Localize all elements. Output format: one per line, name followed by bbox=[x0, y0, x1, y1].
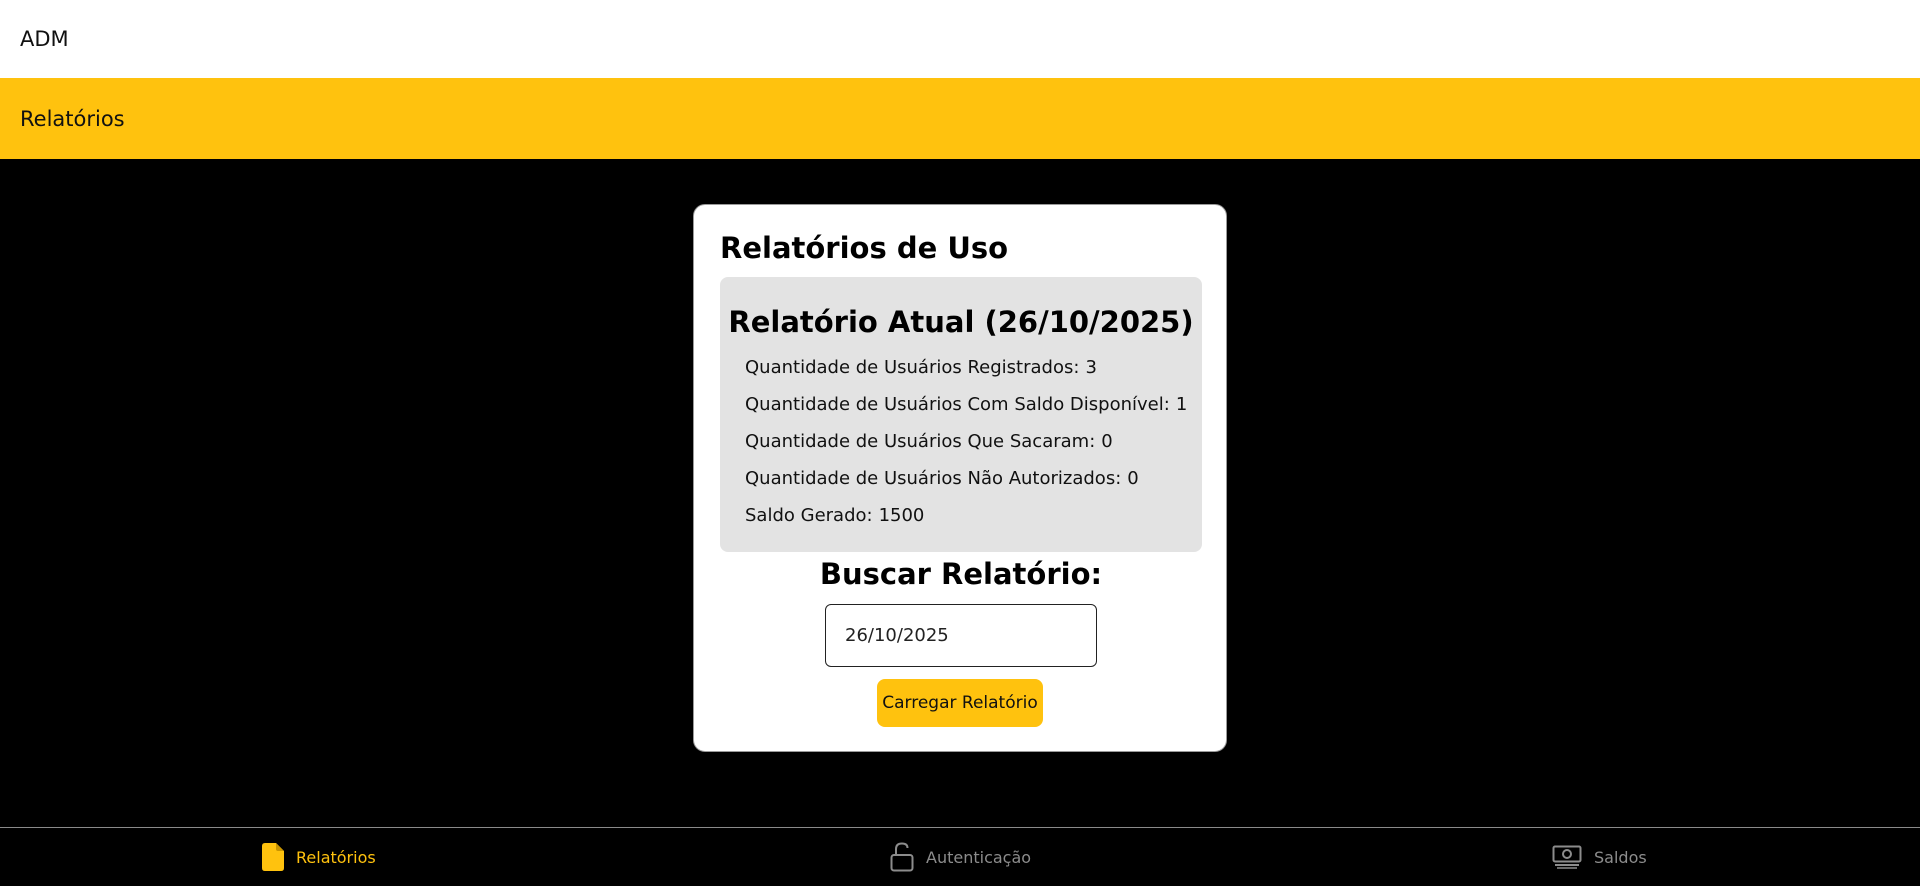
nav-label: Autenticação bbox=[926, 847, 1032, 867]
stat-value: 0 bbox=[1101, 431, 1113, 452]
report-date-input[interactable] bbox=[825, 604, 1097, 667]
nav-label: Relatórios bbox=[296, 847, 376, 867]
stat-label: Saldo Gerado: bbox=[745, 505, 873, 526]
current-report-panel: Relatório Atual (26/10/2025) Quantidade … bbox=[720, 277, 1202, 552]
stat-users-withdrew: Quantidade de Usuários Que Sacaram: 0 bbox=[745, 431, 1113, 452]
top-app-bar: ADM bbox=[0, 0, 1920, 78]
unlock-icon bbox=[890, 842, 914, 872]
bottom-navigation: Relatórios Autenticação Saldos bbox=[0, 827, 1920, 886]
nav-item-relatorios[interactable]: Relatórios bbox=[262, 828, 376, 886]
load-report-button[interactable]: Carregar Relatório bbox=[877, 679, 1043, 727]
app-title: ADM bbox=[20, 27, 69, 51]
stat-unauthorized-users: Quantidade de Usuários Não Autorizados: 0 bbox=[745, 468, 1139, 489]
current-report-title: Relatório Atual (26/10/2025) bbox=[728, 305, 1194, 339]
stat-label: Quantidade de Usuários Que Sacaram: bbox=[745, 431, 1096, 452]
document-icon bbox=[262, 843, 284, 871]
stat-label: Quantidade de Usuários Com Saldo Disponí… bbox=[745, 394, 1170, 415]
nav-label: Saldos bbox=[1594, 847, 1647, 867]
stat-value: 1 bbox=[1175, 394, 1188, 415]
page-header-bar: Relatórios bbox=[0, 78, 1920, 159]
stat-value: 1500 bbox=[878, 505, 925, 526]
stat-registered-users: Quantidade de Usuários Registrados: 3 bbox=[745, 357, 1097, 378]
card-title: Relatórios de Uso bbox=[720, 231, 1009, 265]
stat-label: Quantidade de Usuários Registrados: bbox=[745, 357, 1080, 378]
usage-reports-card: Relatórios de Uso Relatório Atual (26/10… bbox=[693, 204, 1227, 752]
stat-users-with-balance: Quantidade de Usuários Com Saldo Disponí… bbox=[745, 394, 1187, 415]
stat-value: 3 bbox=[1085, 357, 1097, 378]
stat-value: 0 bbox=[1127, 468, 1139, 489]
search-report-title: Buscar Relatório: bbox=[819, 557, 1103, 591]
nav-item-saldos[interactable]: Saldos bbox=[1552, 828, 1647, 886]
stat-generated-balance: Saldo Gerado: 1500 bbox=[745, 505, 924, 526]
stat-label: Quantidade de Usuários Não Autorizados: bbox=[745, 468, 1122, 489]
cash-icon bbox=[1552, 845, 1582, 869]
page-title: Relatórios bbox=[20, 106, 125, 131]
nav-item-autenticacao[interactable]: Autenticação bbox=[890, 828, 1031, 886]
